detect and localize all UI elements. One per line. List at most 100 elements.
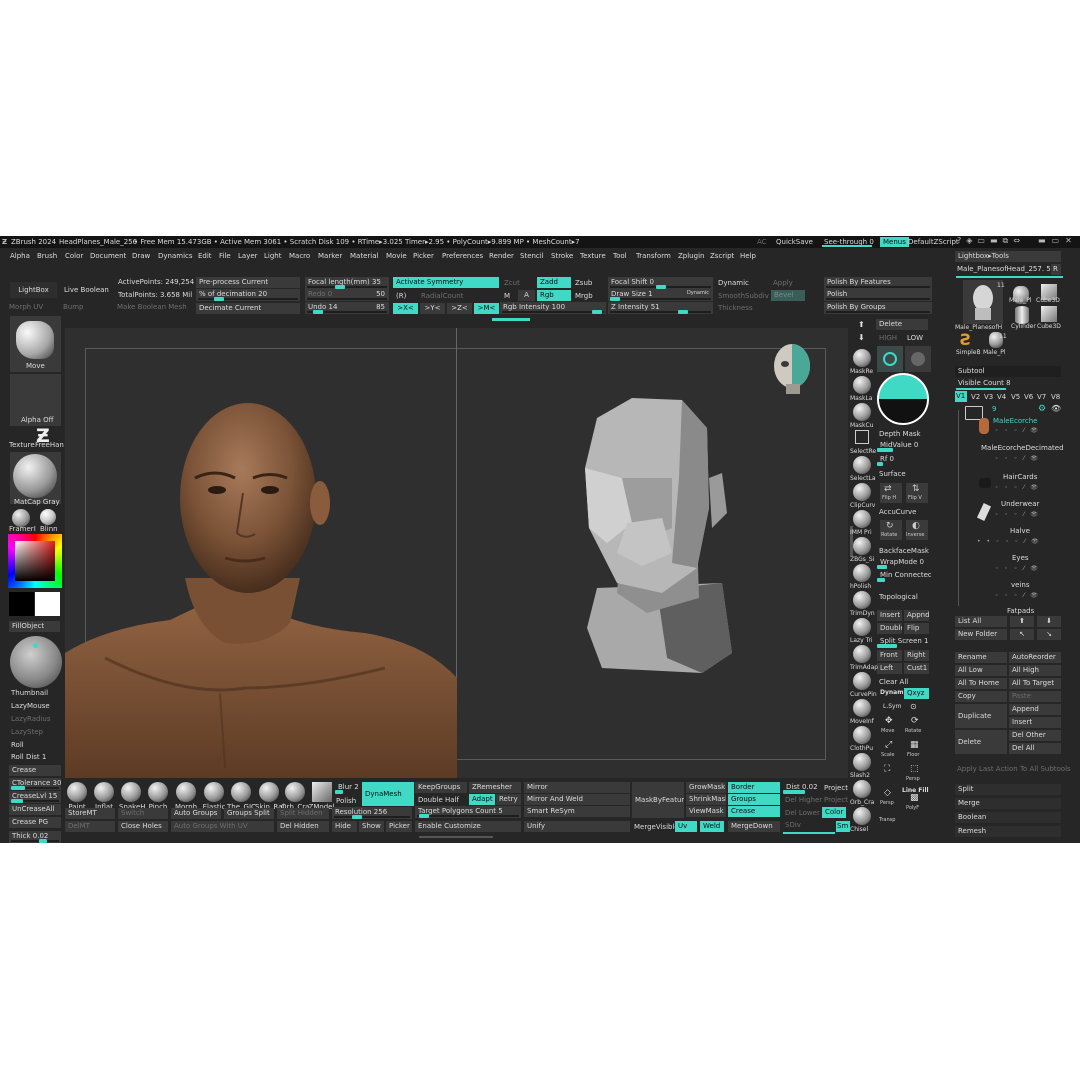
alpha-picker[interactable]: Alpha Off <box>10 374 61 426</box>
orientation-head-icon[interactable] <box>768 340 824 396</box>
resolution-slider[interactable]: Resolution 256 <box>332 807 412 819</box>
flip-v-icon[interactable]: Flip V ⇅ <box>906 483 928 503</box>
v1-tab[interactable]: V1 <box>955 391 967 402</box>
append-button[interactable]: Append <box>1009 704 1061 715</box>
sm-button[interactable]: Sm <box>836 821 850 832</box>
menu-document[interactable]: Document <box>90 251 126 261</box>
subtool-haircards[interactable]: HairCards <box>1003 472 1037 482</box>
polish-by-groups-slider[interactable]: Polish By Groups <box>824 302 932 314</box>
target-polygons-slider[interactable]: Target Polygons Count 5 <box>415 806 521 818</box>
dynamic-subdiv-button[interactable]: Dynamic <box>718 278 749 288</box>
maskbyfeature-button[interactable]: MaskByFeature <box>632 782 684 818</box>
subtool-row-icons-2[interactable]: ◦ ◦ ◦ ⁄ 👁 <box>995 454 1040 464</box>
list-all-button[interactable]: List All <box>955 616 1007 627</box>
uncrease-all-button[interactable]: UnCreaseAll <box>9 804 61 815</box>
orb-cracks-brush-icon[interactable] <box>853 780 871 798</box>
roll-dist-slider[interactable]: Roll Dist 1 <box>11 752 46 762</box>
thick-slider[interactable]: Thick 0.02 <box>9 831 61 843</box>
cube3d-thumb-2-icon[interactable] <box>1041 306 1057 322</box>
subtool-maleecorche[interactable]: MaleEcorche <box>993 416 1037 426</box>
menu-dynamics[interactable]: Dynamics <box>158 251 193 261</box>
color-picker[interactable] <box>8 534 62 588</box>
rf-slider[interactable]: Rf 0 <box>877 454 927 466</box>
a-button[interactable]: A <box>518 290 535 301</box>
uv-button[interactable]: Uv <box>675 821 697 832</box>
wrapmode-slider[interactable]: WrapMode 0 <box>877 557 927 569</box>
left-view-button[interactable]: Left <box>877 663 902 674</box>
appnd-button[interactable]: Appnd <box>904 610 929 621</box>
unify-button[interactable]: Unify <box>524 821 630 832</box>
menu-layer[interactable]: Layer <box>238 251 258 261</box>
activate-symmetry-button[interactable]: Activate Symmetry <box>393 277 499 288</box>
orb-cracks-bottom-button[interactable]: Orb_Cra <box>281 782 309 811</box>
undo-slider[interactable]: Undo 14 85 <box>305 302 389 314</box>
menu-zplugin[interactable]: Zplugin <box>678 251 704 261</box>
radial-count-slider[interactable]: RadialCount <box>421 291 463 301</box>
del-hidden-button[interactable]: Del Hidden <box>277 821 329 832</box>
remesh-section[interactable]: Remesh <box>955 826 1061 837</box>
trimdynamic-brush-icon[interactable] <box>853 591 871 609</box>
current-tool-name[interactable]: Male_PlanesofHead_257. 50 <box>957 264 1055 274</box>
backface-mask-toggle[interactable]: BackfaceMask <box>879 546 929 556</box>
scale-gizmo-icon[interactable]: ⤢ Scale <box>879 740 901 758</box>
rotate-gizmo-icon[interactable]: ⟳ Rotate <box>905 716 927 734</box>
morph-brush-button[interactable]: Morph <box>173 782 199 811</box>
m-button[interactable]: M <box>504 291 510 301</box>
delete-mask-button[interactable]: Delete <box>876 319 928 330</box>
lazyradius-slider[interactable]: LazyRadius <box>11 714 50 724</box>
new-folder-button[interactable]: New Folder <box>955 629 1007 640</box>
live-boolean-toggle[interactable]: Live Boolean <box>64 285 109 295</box>
all-to-home-button[interactable]: All To Home <box>955 678 1007 689</box>
symmetry-z-button[interactable]: >Z< <box>447 303 472 314</box>
smooth-subdiv-button[interactable]: SmoothSubdiv <box>718 291 769 301</box>
retry-button[interactable]: Retry <box>496 794 521 805</box>
slash2-brush-icon[interactable] <box>853 753 871 771</box>
qxyz-button[interactable]: Qxyz <box>904 688 929 699</box>
cust1-view-button[interactable]: Cust1 <box>904 663 929 674</box>
radial-r-button[interactable]: (R) <box>396 291 406 301</box>
menu-picker[interactable]: Picker <box>413 251 434 261</box>
subtool-veins[interactable]: veins <box>1011 580 1029 590</box>
maskrect-brush-icon[interactable] <box>853 349 871 367</box>
zbgs-brush-icon[interactable] <box>853 537 871 555</box>
lightbox-tools-button[interactable]: Lightbox▸Tools <box>955 251 1061 262</box>
quicksave-button[interactable]: QuickSave <box>776 237 813 247</box>
maskcurve-brush-icon[interactable] <box>853 403 871 421</box>
viewport-canvas[interactable] <box>65 328 848 778</box>
rgb-intensity-slider[interactable]: Rgb Intensity 100 <box>500 302 606 314</box>
window-buttons-icon[interactable]: ▬▭✕ <box>1038 236 1078 246</box>
masklasso-brush-icon[interactable] <box>853 376 871 394</box>
menu-transform[interactable]: Transform <box>636 251 671 261</box>
v8-tab[interactable]: V8 <box>1051 392 1060 402</box>
switch-button[interactable]: Switch <box>118 808 168 819</box>
all-high-button[interactable]: All High <box>1009 665 1061 676</box>
split-hidden-button[interactable]: Split Hidden <box>277 808 329 819</box>
polish-toggle[interactable]: Polish <box>336 796 356 806</box>
mirror-button[interactable]: Mirror <box>524 782 630 793</box>
duplicate-button[interactable]: Duplicate <box>955 704 1007 728</box>
zadd-button[interactable]: Zadd <box>537 277 571 288</box>
down-arrow-icon[interactable]: ⬇ <box>858 333 865 343</box>
move-gizmo-icon[interactable]: ✥ Move <box>879 716 901 734</box>
all-low-button[interactable]: All Low <box>955 665 1007 676</box>
hpolish-brush-icon[interactable] <box>853 564 871 582</box>
the-gic-brush-button[interactable]: The_GIC <box>227 782 256 811</box>
zremesher-button[interactable]: ZRemesher <box>469 782 521 793</box>
subtool-list-scrollbar[interactable] <box>958 410 959 606</box>
del-higher-button[interactable]: Del Higher <box>785 795 822 805</box>
menu-render[interactable]: Render <box>489 251 514 261</box>
preprocess-current-button[interactable]: Pre-process Current <box>196 277 300 288</box>
arrow-left-icon[interactable]: ↖ <box>1010 629 1034 640</box>
weld-button[interactable]: Weld <box>700 821 724 832</box>
sdiv-slider[interactable]: SDiv <box>785 820 801 830</box>
pinch-brush-button[interactable]: Pinch <box>146 782 170 811</box>
paste-button[interactable]: Paste <box>1009 691 1061 702</box>
skin-brush-button[interactable]: Skin_Rai <box>255 782 284 811</box>
apply-button[interactable]: Apply <box>773 278 793 288</box>
menu-brush[interactable]: Brush <box>37 251 57 261</box>
symmetry-y-button[interactable]: >Y< <box>420 303 445 314</box>
inflate-brush-button[interactable]: Inflat <box>92 782 116 811</box>
frame-icon[interactable]: ⛶ <box>879 764 901 782</box>
subtool-row-icons-1[interactable]: ◦ ◦ ◦ ⁄ 👁 <box>995 426 1040 436</box>
surface-toggle[interactable]: Surface <box>879 469 906 479</box>
